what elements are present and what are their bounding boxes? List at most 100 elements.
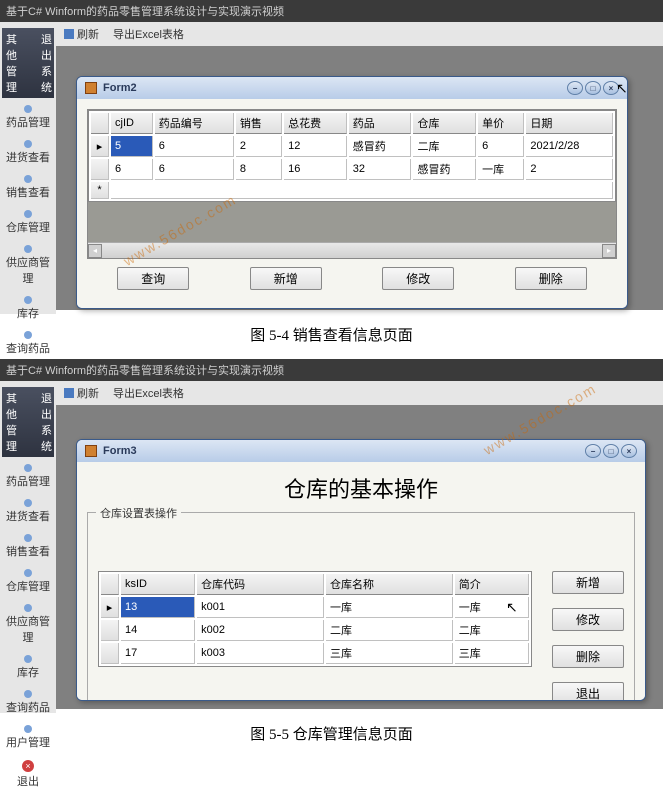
grid-row[interactable]: ▸ 5 6 2 12 感冒药 二库 6 2021/2/28 <box>91 136 613 157</box>
maximize-button[interactable]: □ <box>603 444 619 458</box>
export-button[interactable]: 导出Excel表格 <box>113 26 184 42</box>
menu-exit[interactable]: 退出系统 <box>41 31 52 95</box>
cell[interactable]: 14 <box>121 620 195 641</box>
col-total[interactable]: 总花费 <box>284 113 347 134</box>
menu-other[interactable]: 其他管理 <box>6 31 17 95</box>
grid-new-row[interactable]: * <box>91 182 613 199</box>
col-drug[interactable]: 药品 <box>349 113 412 134</box>
edit-button[interactable]: 修改 <box>552 608 624 631</box>
sidebar-item-purchase[interactable]: 进货查看 <box>2 496 54 527</box>
cell[interactable]: 三库 <box>455 643 529 664</box>
sidebar-item-drug[interactable]: 药品管理 <box>2 102 54 133</box>
sidebar-item-sales[interactable]: 销售查看 <box>2 172 54 203</box>
cell[interactable]: 一库 <box>478 159 524 180</box>
cell[interactable]: 二库 <box>326 620 453 641</box>
add-button[interactable]: 新增 <box>552 571 624 594</box>
scroll-left-icon[interactable]: ◂ <box>88 244 102 258</box>
grid-row[interactable]: 17 k003 三库 三库 <box>101 643 529 664</box>
col-drugno[interactable]: 药品编号 <box>155 113 234 134</box>
sidebar-item-warehouse[interactable]: 仓库管理 <box>2 207 54 238</box>
row-header-corner <box>101 574 119 595</box>
sidebar-item-search[interactable]: 查询药品 <box>2 328 54 359</box>
cell[interactable]: 6 <box>155 136 234 157</box>
col-date[interactable]: 日期 <box>526 113 613 134</box>
bullet-icon <box>24 210 32 218</box>
cell[interactable]: 感冒药 <box>349 136 412 157</box>
cell[interactable]: 感冒药 <box>413 159 476 180</box>
cell[interactable]: 16 <box>284 159 347 180</box>
main-panel: 刷新 导出Excel表格 Form2 − □ × <box>56 22 663 314</box>
refresh-button[interactable]: 刷新 <box>64 26 99 42</box>
maximize-button[interactable]: □ <box>585 81 601 95</box>
cell[interactable]: 17 <box>121 643 195 664</box>
bullet-icon <box>24 499 32 507</box>
refresh-button[interactable]: 刷新 <box>64 385 99 401</box>
add-button[interactable]: 新增 <box>250 267 322 290</box>
col-code[interactable]: 仓库代码 <box>197 574 324 595</box>
sidebar-item-user[interactable]: 用户管理 <box>2 722 54 753</box>
menu-exit[interactable]: 退出系统 <box>41 390 52 454</box>
exit-button[interactable]: 退出 <box>552 682 624 701</box>
form-titlebar[interactable]: Form2 − □ × <box>77 77 627 99</box>
close-button[interactable]: × <box>621 444 637 458</box>
cell[interactable]: 6 <box>111 159 153 180</box>
cell[interactable]: 8 <box>236 159 282 180</box>
cell[interactable]: 2 <box>236 136 282 157</box>
bullet-icon <box>24 604 32 612</box>
col-price[interactable]: 单价 <box>478 113 524 134</box>
sidebar-item-stock[interactable]: 库存 <box>2 652 54 683</box>
minimize-button[interactable]: − <box>585 444 601 458</box>
grid-row[interactable]: ▸ 13 k001 一库 一库 <box>101 597 529 618</box>
groupbox-title: 仓库设置表操作 <box>96 505 181 521</box>
cell[interactable]: 12 <box>284 136 347 157</box>
query-button[interactable]: 查询 <box>117 267 189 290</box>
grid-row[interactable]: 6 6 8 16 32 感冒药 一库 2 <box>91 159 613 180</box>
sidebar-item-warehouse[interactable]: 仓库管理 <box>2 566 54 597</box>
empty-cell[interactable] <box>111 182 613 199</box>
cell[interactable]: 5 <box>111 136 153 157</box>
sidebar-item-drug[interactable]: 药品管理 <box>2 461 54 492</box>
form3-window: Form3 − □ × 仓库的基本操作 仓库设置表操作 <box>76 439 646 701</box>
menu-other[interactable]: 其他管理 <box>6 390 17 454</box>
cell[interactable]: k002 <box>197 620 324 641</box>
cell[interactable]: 6 <box>155 159 234 180</box>
cell[interactable]: 一库 <box>455 597 529 618</box>
col-desc[interactable]: 简介 <box>455 574 529 595</box>
export-button[interactable]: 导出Excel表格 <box>113 385 184 401</box>
close-button[interactable]: × <box>603 81 619 95</box>
minimize-button[interactable]: − <box>567 81 583 95</box>
col-ksid[interactable]: ksID <box>121 574 195 595</box>
bullet-icon <box>24 245 32 253</box>
grid-hscrollbar[interactable]: ◂ ▸ <box>88 242 616 258</box>
cell[interactable]: k003 <box>197 643 324 664</box>
cell[interactable]: 32 <box>349 159 412 180</box>
delete-button[interactable]: 删除 <box>515 267 587 290</box>
sidebar-item-supplier[interactable]: 供应商管理 <box>2 601 54 648</box>
cell[interactable]: 2021/2/28 <box>526 136 613 157</box>
cell[interactable]: 13 <box>121 597 195 618</box>
col-warehouse[interactable]: 仓库 <box>413 113 476 134</box>
cell[interactable]: 一库 <box>326 597 453 618</box>
col-cjid[interactable]: cjID <box>111 113 153 134</box>
sidebar-item-search[interactable]: 查询药品 <box>2 687 54 718</box>
delete-button[interactable]: 删除 <box>552 645 624 668</box>
cell[interactable]: 6 <box>478 136 524 157</box>
form-titlebar[interactable]: Form3 − □ × <box>77 440 645 462</box>
col-name[interactable]: 仓库名称 <box>326 574 453 595</box>
cell[interactable]: k001 <box>197 597 324 618</box>
cell[interactable]: 2 <box>526 159 613 180</box>
sidebar-item-sales[interactable]: 销售查看 <box>2 531 54 562</box>
cell[interactable]: 二库 <box>455 620 529 641</box>
warehouse-datagrid[interactable]: ksID 仓库代码 仓库名称 简介 ▸ 13 k001 一库 <box>98 571 532 667</box>
sidebar-item-stock[interactable]: 库存 <box>2 293 54 324</box>
col-sales[interactable]: 销售 <box>236 113 282 134</box>
sales-datagrid[interactable]: cjID 药品编号 销售 总花费 药品 仓库 单价 日期 ▸ 5 6 <box>88 110 616 202</box>
scroll-right-icon[interactable]: ▸ <box>602 244 616 258</box>
sidebar-item-supplier[interactable]: 供应商管理 <box>2 242 54 289</box>
grid-row[interactable]: 14 k002 二库 二库 <box>101 620 529 641</box>
cell[interactable]: 三库 <box>326 643 453 664</box>
sidebar-item-purchase[interactable]: 进货查看 <box>2 137 54 168</box>
side-button-column: 新增 修改 删除 退出 <box>552 571 624 701</box>
edit-button[interactable]: 修改 <box>382 267 454 290</box>
cell[interactable]: 二库 <box>413 136 476 157</box>
